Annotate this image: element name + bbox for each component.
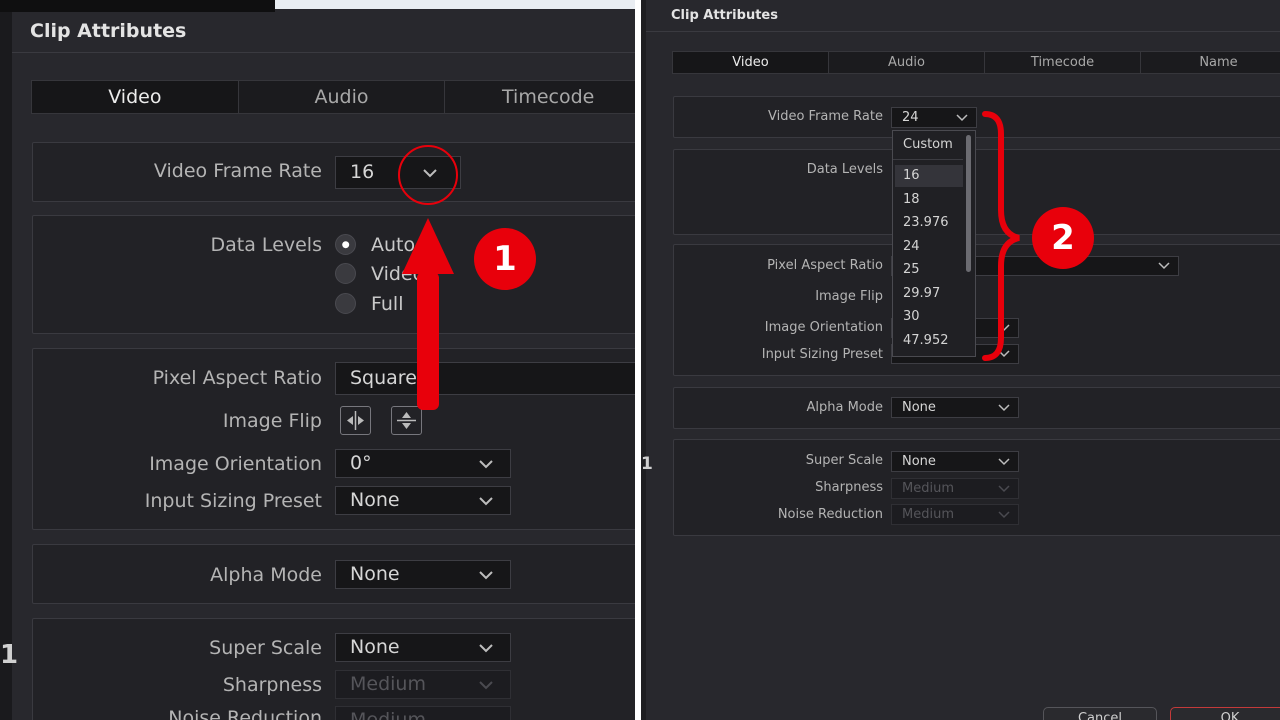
step-1-badge: 1 <box>474 228 536 290</box>
curly-brace-annotation <box>982 111 1020 361</box>
left-clip-attributes-panel: Clip Attributes Video Audio Timecode Vid… <box>0 0 635 720</box>
step-1-annotation <box>398 145 458 410</box>
step-2-badge: 2 <box>1032 207 1094 269</box>
right-clip-attributes-panel: Clip Attributes Video Audio Timecode Nam… <box>641 0 1280 720</box>
